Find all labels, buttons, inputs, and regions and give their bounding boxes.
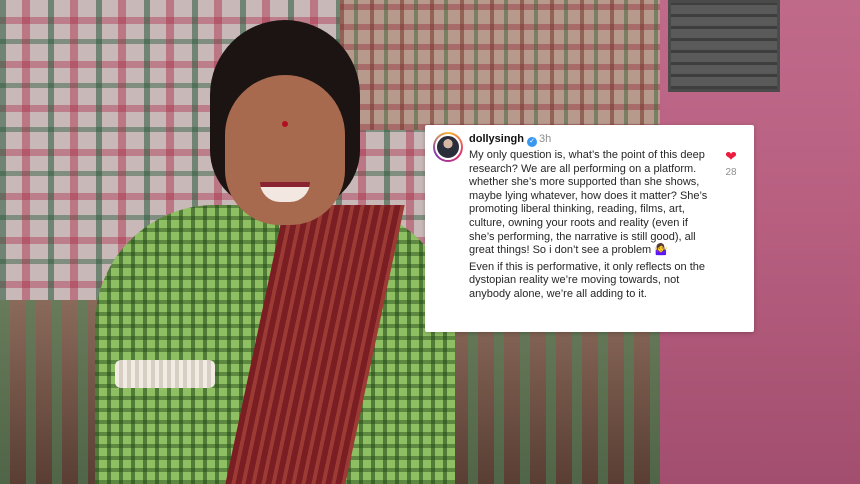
comment-meta: dollysingh ✓ 3h xyxy=(469,133,551,147)
lace-sleeve-trim xyxy=(115,360,215,388)
avatar-image xyxy=(435,134,461,160)
avatar[interactable] xyxy=(433,132,463,162)
smiling-woman xyxy=(95,20,455,484)
username[interactable]: dollysingh xyxy=(469,133,524,145)
bindi xyxy=(282,121,288,127)
like-count: 28 xyxy=(725,167,737,178)
comment-paragraph-2: Even if this is performative, it only re… xyxy=(469,260,705,300)
heart-icon[interactable]: ❤ xyxy=(723,148,739,164)
window-grille xyxy=(668,0,780,92)
face xyxy=(225,75,345,225)
comment-body: My only question is, what’s the point of… xyxy=(469,149,713,305)
verified-badge-icon: ✓ xyxy=(527,137,537,147)
like-control[interactable]: ❤ 28 xyxy=(723,148,739,178)
comment-card: dollysingh ✓ 3h My only question is, what’… xyxy=(425,125,754,332)
comment-time: 3h xyxy=(539,133,552,145)
comment-paragraph-1: My only question is, what’s the point of… xyxy=(469,149,708,257)
